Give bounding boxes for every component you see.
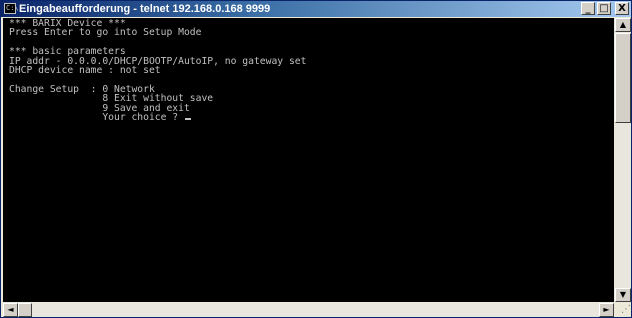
console-line: Press Enter to go into Setup Mode	[9, 27, 202, 39]
close-button[interactable]: X	[615, 2, 629, 15]
scroll-down-button[interactable]: ▼	[615, 288, 631, 302]
horizontal-scroll-thumb[interactable]	[18, 303, 32, 317]
scroll-up-button[interactable]: ▲	[615, 18, 631, 32]
scroll-left-button[interactable]: ◄	[3, 303, 18, 317]
text-cursor	[184, 118, 191, 121]
minimize-button[interactable]: _	[581, 2, 595, 15]
console-area[interactable]: *** BARIX Device *** Press Enter to go i…	[3, 18, 614, 302]
console-prompt: Your choice ?	[9, 112, 184, 124]
window-title: Eingabeaufforderung - telnet 192.168.0.1…	[19, 3, 271, 15]
title-bar[interactable]: C:\ Eingabeaufforderung - telnet 192.168…	[1, 1, 631, 17]
horizontal-scrollbar[interactable]: ◄ ►	[3, 303, 614, 317]
telnet-window: C:\ Eingabeaufforderung - telnet 192.168…	[0, 0, 632, 318]
console-line: DHCP device name : not set	[9, 65, 161, 77]
window-controls: _ □ X	[581, 2, 629, 16]
vertical-scrollbar[interactable]: ▲ ▼	[615, 18, 631, 302]
console-icon[interactable]: C:\	[4, 3, 19, 14]
scroll-right-button[interactable]: ►	[599, 303, 614, 317]
console-output: *** BARIX Device *** Press Enter to go i…	[3, 18, 614, 124]
vertical-scroll-thumb[interactable]	[615, 33, 631, 123]
maximize-button[interactable]: □	[597, 2, 611, 15]
resize-grip-icon[interactable]: ⋰	[615, 303, 631, 317]
